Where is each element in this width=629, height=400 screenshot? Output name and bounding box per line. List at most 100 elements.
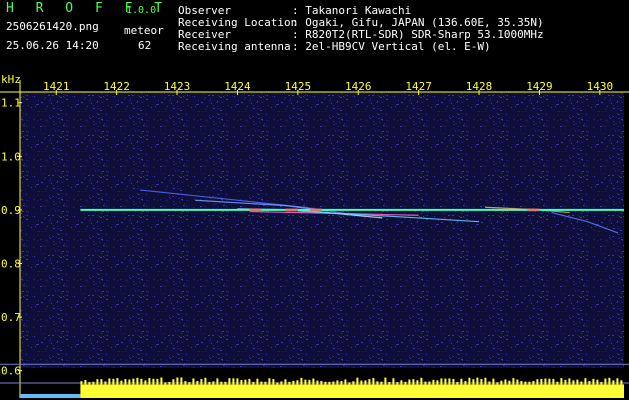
power-bar-spike [376, 381, 379, 385]
power-bar-spike [392, 378, 395, 385]
power-bar-spike [88, 382, 91, 385]
power-bar-spike [308, 379, 311, 385]
power-bar-spike [124, 379, 127, 385]
power-bar-spike [380, 381, 383, 385]
power-bar-spike [444, 378, 447, 385]
power-bar-spike [104, 381, 107, 385]
power-bar-spike [272, 379, 275, 385]
x-tick-label: 1424 [224, 80, 251, 93]
power-bar-spike [512, 378, 515, 385]
power-bar-spike [332, 381, 335, 385]
power-bar-spike [432, 379, 435, 385]
power-bar-spike [212, 381, 215, 385]
power-bar-spike [416, 380, 419, 385]
power-bar-spike [460, 378, 463, 385]
echo-hotspot [527, 208, 540, 212]
spectrogram-chart: 1421 1422 1423 1424 1425 1426 1427 1428 1429 1430… [0, 80, 629, 398]
y-tick-label: 0.7 [1, 311, 21, 324]
power-bar-spike [160, 377, 163, 385]
y-tick-label: 0.9 [1, 204, 21, 217]
power-bar-spike [560, 378, 563, 385]
x-tick-label: 1421 [43, 80, 70, 93]
power-bar-spike [456, 381, 459, 385]
power-bar-spike [472, 379, 475, 385]
y-tick-label: 1.1 [1, 97, 21, 110]
power-bar-spike [152, 378, 155, 385]
power-bar-spike [244, 379, 247, 385]
power-bar-spike [164, 382, 167, 385]
power-bar-spike [268, 378, 271, 385]
power-bar-spike [488, 381, 491, 385]
power-bar-spike [568, 378, 571, 385]
power-bar-spike [408, 379, 411, 385]
x-tick-label: 1423 [164, 80, 191, 93]
power-bar-spike [324, 381, 327, 385]
power-bar-spike [520, 380, 523, 385]
power-bar-spike [200, 379, 203, 385]
power-bar-spike [368, 379, 371, 385]
power-bar-spike [132, 378, 135, 385]
power-bar-low [20, 394, 81, 398]
power-bar-spike [608, 377, 611, 385]
power-bar-spike [108, 378, 111, 385]
power-bar-spike [580, 381, 583, 385]
power-bar-spike [288, 381, 291, 385]
power-bar-spike [516, 379, 519, 385]
power-bar-spike [336, 380, 339, 385]
power-bar-spike [356, 377, 359, 385]
power-bar-spike [92, 381, 95, 385]
power-bar-spike [240, 380, 243, 385]
power-bar-spike [508, 380, 511, 385]
power-bar-spike [524, 381, 527, 385]
power-bar-spike [576, 379, 579, 385]
power-bar-spike [232, 378, 235, 385]
power-bar-spike [208, 381, 211, 385]
power-bar-spike [544, 378, 547, 385]
power-bar-spike [176, 377, 179, 385]
power-bar-spike [228, 378, 231, 385]
power-bar-spike [552, 378, 555, 385]
power-bar-spike [140, 378, 143, 385]
power-bar-spike [188, 382, 191, 385]
power-bar-spike [316, 380, 319, 385]
power-bar-spike [220, 381, 223, 385]
power-bar-spike [620, 380, 623, 385]
power-bar-spike [592, 378, 595, 385]
power-bar-spike [84, 379, 87, 385]
y-tick-label: 0.8 [1, 257, 21, 270]
power-bar-spike [584, 378, 587, 385]
power-bar-spike [340, 381, 343, 385]
power-bar-spike [284, 379, 287, 385]
x-tick-label: 1429 [526, 80, 553, 93]
power-bar-spike [236, 378, 239, 385]
power-bar-spike [412, 379, 415, 385]
power-bar-spike [572, 380, 575, 385]
power-bar-spike [548, 378, 551, 385]
power-bar-spike [100, 379, 103, 385]
image-filename: 2506261420.png [6, 20, 99, 33]
power-bar-spike [300, 377, 303, 385]
power-bar-spike [484, 377, 487, 385]
datetime-label: 25.06.26 14:20 [6, 39, 99, 52]
noise-texture [20, 92, 624, 368]
power-bar-spike [196, 381, 199, 385]
power-bar-spike [180, 377, 183, 385]
app-version: 1.0.0 [126, 5, 157, 16]
x-tick-label: 1428 [466, 80, 493, 93]
power-bar-spike [352, 381, 355, 385]
echo-hotspot [285, 208, 298, 212]
power-bar-spike [248, 379, 251, 385]
power-bar-spike [588, 380, 591, 385]
y-tick-label: 1.0 [1, 150, 21, 163]
meteor-count: 62 [138, 39, 152, 52]
power-bar-spike [312, 378, 315, 385]
power-bar-spike [252, 381, 255, 385]
power-bar-spike [496, 382, 499, 385]
x-unit-label: kHz [1, 73, 21, 86]
power-bar-spike [464, 381, 467, 385]
power-bar-spike [364, 380, 367, 385]
power-bar-spike [148, 378, 151, 385]
power-bar-spike [344, 379, 347, 385]
power-bar-spike [80, 381, 83, 385]
power-bar-spike [480, 379, 483, 385]
